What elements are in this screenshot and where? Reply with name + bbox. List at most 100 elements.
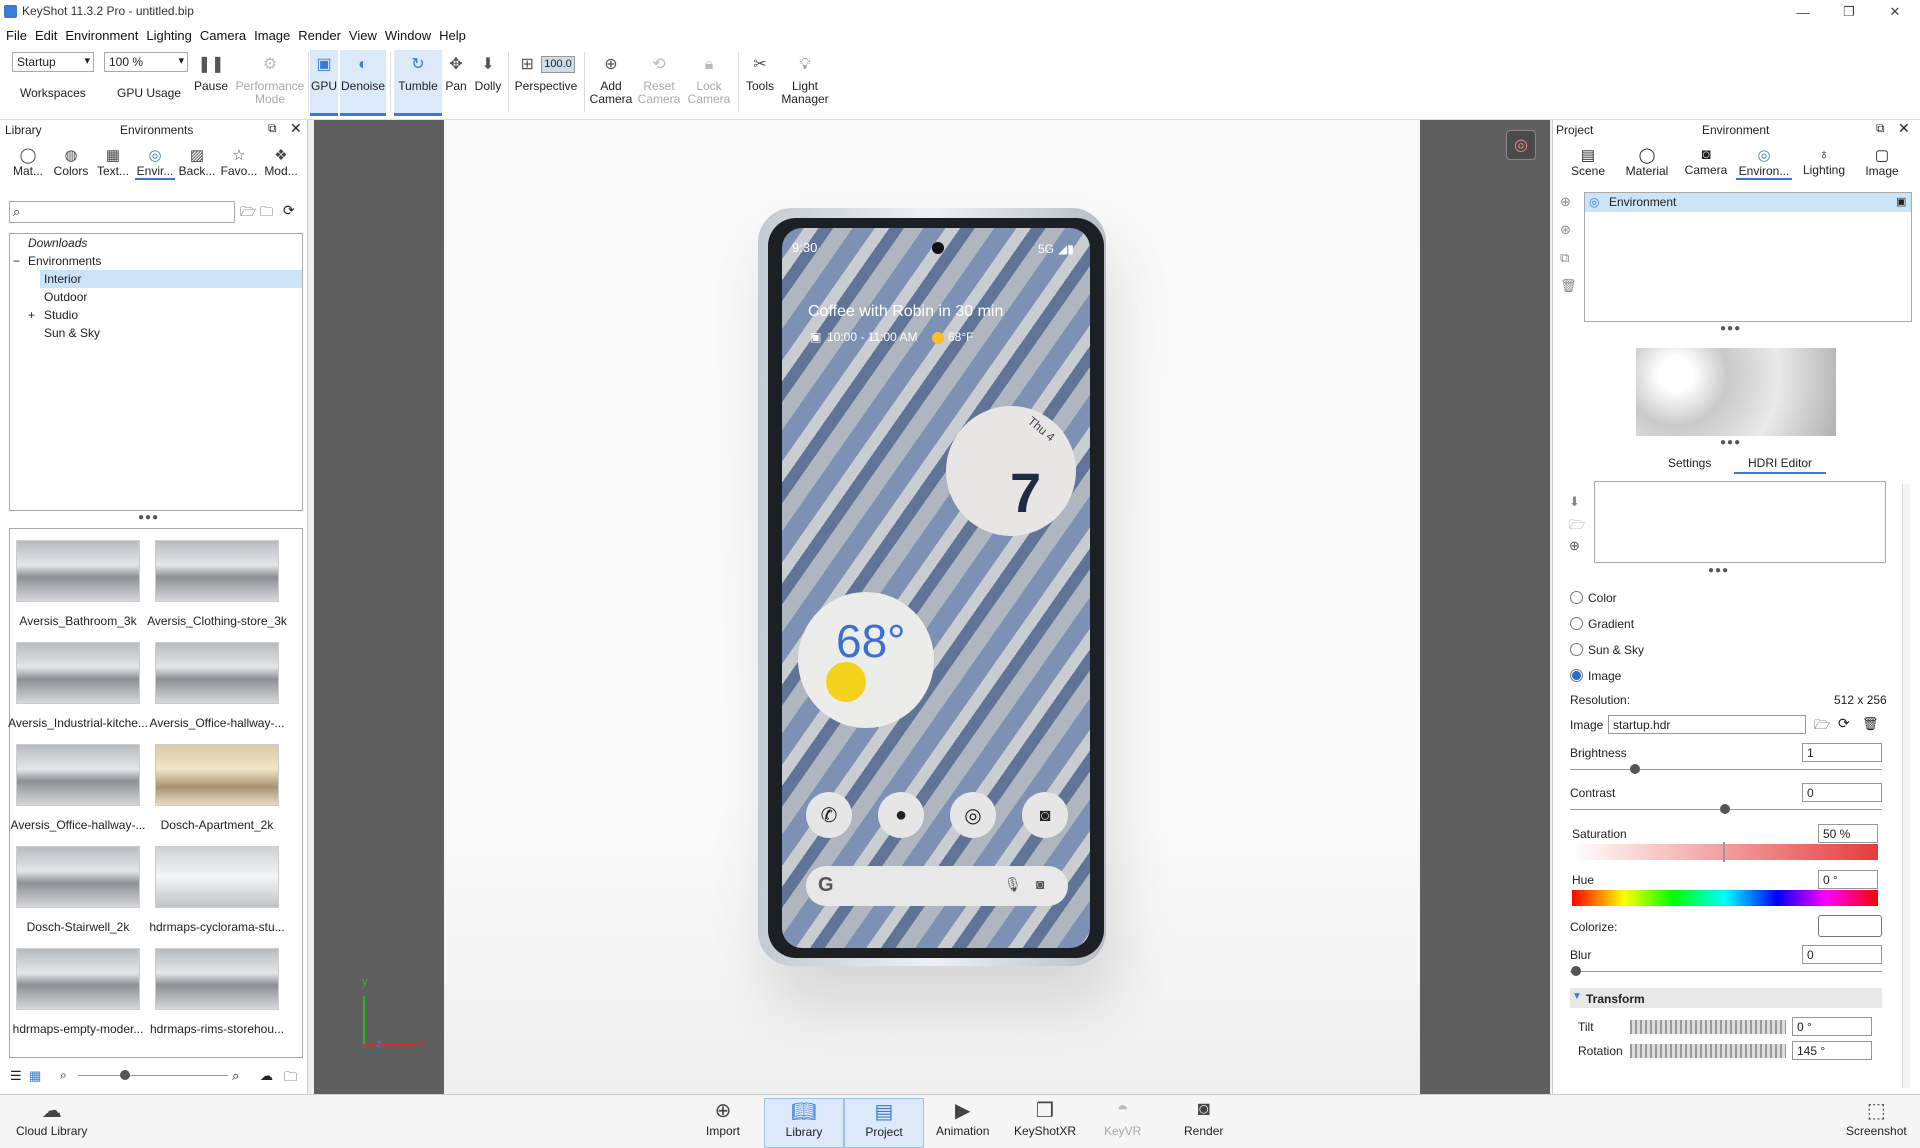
saturation-slider[interactable] — [1572, 844, 1878, 860]
tab-environment[interactable]: ◎ Environ... — [1736, 146, 1792, 180]
splitter-handle[interactable]: ●●● — [1720, 323, 1741, 334]
bg-color-radio[interactable] — [1570, 591, 1583, 604]
bg-sunsky-radio[interactable] — [1570, 643, 1583, 656]
bg-gradient-radio[interactable] — [1570, 617, 1583, 630]
thumbnail-image[interactable] — [16, 846, 140, 908]
folder-open-icon[interactable]: 🗁︎ — [1814, 716, 1830, 738]
contrast-input[interactable]: 0 — [1802, 783, 1882, 802]
cloud-upload-icon[interactable]: ☁ — [260, 1068, 273, 1084]
folder-icon[interactable]: 🗀︎ — [284, 1068, 297, 1090]
subtab-hdri-editor[interactable]: HDRI Editor — [1734, 456, 1826, 474]
tab-environments[interactable]: ◎ Envir... — [135, 146, 175, 180]
colorize-swatch[interactable] — [1818, 915, 1882, 937]
minimize-button[interactable]: — — [1780, 0, 1826, 24]
thumbnail-image[interactable] — [16, 744, 140, 806]
tab-backplates[interactable]: ▨ Back... — [177, 146, 217, 178]
menu-window[interactable]: Window — [385, 28, 439, 43]
gpu-toggle[interactable]: ▣ GPU — [310, 50, 338, 116]
duplicate-environment-icon[interactable]: ⊛ — [1560, 222, 1571, 238]
tab-image[interactable]: ▢ Image — [1856, 146, 1908, 178]
tilt-dial[interactable] — [1630, 1020, 1786, 1034]
tree-item-sun-sky[interactable]: Sun & Sky — [44, 324, 100, 342]
keyshotxr-button[interactable]: ❒ KeyShotXR — [1004, 1098, 1086, 1148]
screenshot-button[interactable]: ⬚ Screenshot — [1836, 1098, 1917, 1148]
tab-scene[interactable]: ▤ Scene — [1562, 146, 1614, 178]
thumbnail-image[interactable] — [155, 642, 279, 704]
close-panel-icon[interactable]: ✕ — [290, 120, 302, 137]
add-environment-icon[interactable]: ⊕ — [1560, 194, 1571, 210]
refresh-icon[interactable]: ⟳ — [1838, 715, 1850, 732]
tab-lighting[interactable]: ♁ Lighting — [1796, 146, 1852, 177]
menu-lighting[interactable]: Lighting — [146, 28, 200, 43]
grid-view-icon[interactable]: ▦ — [29, 1068, 41, 1084]
tab-materials[interactable]: ◯ Mat... — [8, 146, 48, 178]
rotation-input[interactable]: 145 ° — [1792, 1041, 1872, 1060]
tree-item-interior[interactable]: Interior — [40, 270, 302, 288]
blur-slider[interactable] — [1570, 971, 1882, 972]
pause-button[interactable]: ❚❚ Pause — [194, 50, 228, 116]
tilt-input[interactable]: 0 ° — [1792, 1017, 1872, 1036]
menu-camera[interactable]: Camera — [200, 28, 254, 43]
menu-render[interactable]: Render — [298, 28, 349, 43]
tab-colors[interactable]: ◍ Colors — [51, 146, 91, 178]
thumbnail-image[interactable] — [155, 846, 279, 908]
maximize-button[interactable]: ❐ — [1826, 0, 1872, 24]
thumbnail-image[interactable] — [155, 744, 279, 806]
project-button[interactable]: ▤ Project — [844, 1098, 924, 1148]
subtab-settings[interactable]: Settings — [1668, 456, 1711, 470]
thumbnail-size-slider[interactable] — [78, 1075, 228, 1076]
denoise-toggle[interactable]: ◐ Denoise — [340, 50, 386, 116]
delete-icon[interactable]: 🗑︎ — [1862, 716, 1879, 732]
thumbnail-size-handle[interactable] — [120, 1070, 130, 1080]
add-camera-button[interactable]: ⊕ Add Camera — [588, 50, 634, 116]
animation-button[interactable]: ▶ Animation — [926, 1098, 999, 1148]
splitter-handle[interactable]: ●●● — [1708, 565, 1729, 576]
saturation-input[interactable]: 50 % — [1818, 824, 1878, 843]
gpu-usage-select[interactable]: 100 % — [104, 52, 188, 72]
menu-edit[interactable]: Edit — [35, 28, 65, 43]
bg-image-radio[interactable] — [1570, 669, 1583, 682]
target-icon[interactable]: ⊕ — [1569, 538, 1580, 554]
splitter-handle[interactable]: ●●● — [138, 512, 159, 523]
performance-mode-button[interactable]: ⚙ Performance Mode — [232, 50, 308, 116]
thumbnail-image[interactable] — [16, 540, 140, 602]
tree-item-studio[interactable]: Studio — [44, 306, 78, 324]
blur-input[interactable]: 0 — [1802, 945, 1882, 964]
copy-environment-icon[interactable]: ⧉ — [1560, 250, 1569, 266]
brightness-slider[interactable] — [1570, 769, 1882, 770]
light-manager-button[interactable]: 💡︎ Light Manager — [780, 50, 830, 116]
menu-file[interactable]: File — [6, 28, 35, 43]
close-button[interactable]: ✕ — [1872, 0, 1918, 24]
tree-item-outdoor[interactable]: Outdoor — [44, 288, 87, 306]
folder-open-icon[interactable]: 🗁︎ — [240, 203, 256, 225]
delete-icon[interactable]: 🗑︎ — [1560, 278, 1577, 294]
cloud-library-button[interactable]: ☁ Cloud Library — [6, 1098, 97, 1148]
blur-handle[interactable] — [1571, 966, 1581, 976]
perspective-input[interactable]: 100.0 — [541, 55, 575, 73]
brightness-input[interactable]: 1 — [1802, 743, 1882, 762]
image-file-field[interactable]: startup.hdr — [1608, 715, 1806, 734]
thumbnail-image[interactable] — [16, 948, 140, 1010]
import-button[interactable]: ⊕ Import — [696, 1098, 750, 1148]
reset-camera-button[interactable]: ⟲ Reset Camera — [636, 50, 682, 116]
add-folder-icon[interactable]: 🗀︎ — [260, 203, 273, 225]
workspace-select[interactable]: Startup — [12, 52, 94, 72]
library-search-input[interactable]: ⌕ — [9, 201, 235, 223]
tree-collapse-icon[interactable]: − — [13, 252, 20, 270]
brightness-handle[interactable] — [1630, 764, 1640, 774]
splitter-handle[interactable]: ●●● — [1720, 437, 1741, 448]
tab-textures[interactable]: ▦ Text... — [93, 146, 133, 178]
tree-item-environments[interactable]: Environments — [28, 252, 101, 270]
download-icon[interactable]: ⬇ — [1569, 494, 1580, 510]
rotation-dial[interactable] — [1630, 1044, 1786, 1058]
render-button[interactable]: ◙ Render — [1174, 1098, 1233, 1148]
menu-help[interactable]: Help — [439, 28, 474, 43]
environment-gizmo-icon[interactable]: ◎ — [1506, 130, 1536, 160]
thumbnail-image[interactable] — [155, 540, 279, 602]
library-button[interactable]: 📖︎ Library — [764, 1098, 844, 1148]
close-panel-icon[interactable]: ✕ — [1898, 120, 1910, 137]
environment-list-item[interactable]: Environment — [1585, 193, 1911, 212]
tree-item-downloads[interactable]: Downloads — [28, 234, 87, 252]
menu-image[interactable]: Image — [254, 28, 298, 43]
perspective-control[interactable]: ⊞ 100.0 Perspective — [512, 50, 580, 116]
